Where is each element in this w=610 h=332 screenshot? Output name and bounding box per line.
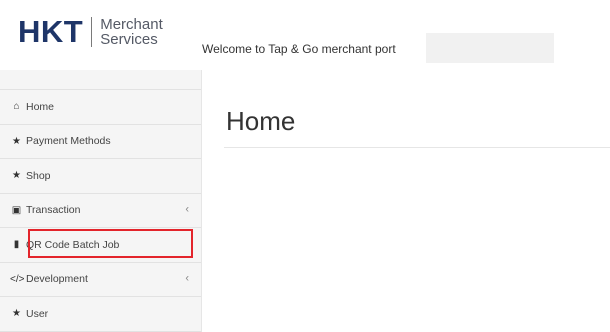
sidebar-item-home[interactable]: ⌂ Home: [0, 90, 201, 125]
star-icon: ★: [12, 170, 21, 182]
sidebar-item-label: Development: [26, 273, 88, 286]
header: HKT Merchant Services Welcome to Tap & G…: [0, 0, 610, 70]
sidebar-spacer: [0, 70, 201, 90]
sidebar-item-user[interactable]: ★ User: [0, 297, 201, 332]
redacted-area: [426, 33, 554, 63]
logo-divider: [91, 17, 93, 47]
sidebar-item-label: Home: [26, 100, 55, 113]
sidebar-item-label: Payment Methods: [26, 135, 111, 148]
sidebar-item-label: Shop: [26, 169, 51, 182]
welcome-text: Welcome to Tap & Go merchant port: [202, 42, 396, 56]
sidebar: ⌂ Home ★ Payment Methods ★ Shop ▣ Transa…: [0, 70, 202, 332]
file-icon: ▮: [13, 239, 20, 251]
chevron-left-icon: ‹: [185, 203, 189, 216]
code-icon: </>: [10, 273, 25, 285]
page-title: Home: [226, 106, 296, 136]
sidebar-item-label: Transaction: [26, 204, 81, 217]
title-divider: [224, 147, 610, 148]
chevron-left-icon: ‹: [185, 272, 189, 285]
star-icon: ★: [12, 135, 21, 147]
card-icon: ▣: [11, 204, 22, 216]
sidebar-item-payment-methods[interactable]: ★ Payment Methods: [0, 125, 201, 159]
star-icon: ★: [12, 308, 21, 320]
sidebar-item-label: User: [26, 307, 49, 320]
sidebar-item-label: QR Code Batch Job: [26, 238, 120, 251]
hkt-logo[interactable]: HKT Merchant Services: [18, 12, 163, 52]
main-content: Home: [202, 70, 610, 332]
logo-brand: HKT: [18, 14, 84, 49]
sidebar-item-qr-code-batch-job[interactable]: ▮ QR Code Batch Job: [0, 228, 201, 263]
logo-line2: Services: [100, 31, 158, 48]
sidebar-item-development[interactable]: </> Development ‹: [0, 263, 201, 297]
home-icon: ⌂: [13, 101, 20, 113]
sidebar-item-transaction[interactable]: ▣ Transaction ‹: [0, 194, 201, 228]
logo-subtitle: Merchant Services: [100, 17, 163, 47]
logo-line1: Merchant: [100, 16, 163, 33]
sidebar-item-shop[interactable]: ★ Shop: [0, 159, 201, 194]
